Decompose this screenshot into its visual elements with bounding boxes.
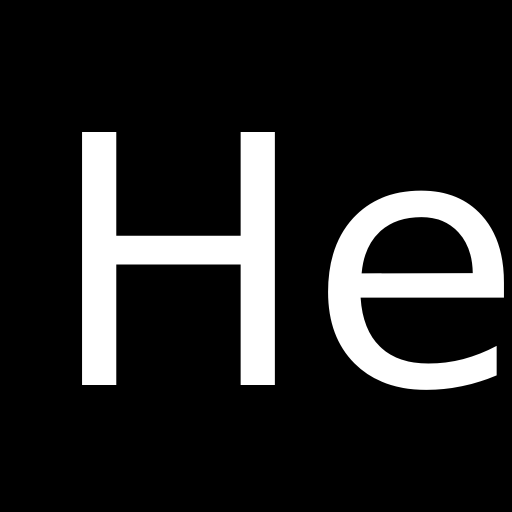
- element-symbol: He: [48, 63, 512, 467]
- element-tile: He: [0, 0, 512, 512]
